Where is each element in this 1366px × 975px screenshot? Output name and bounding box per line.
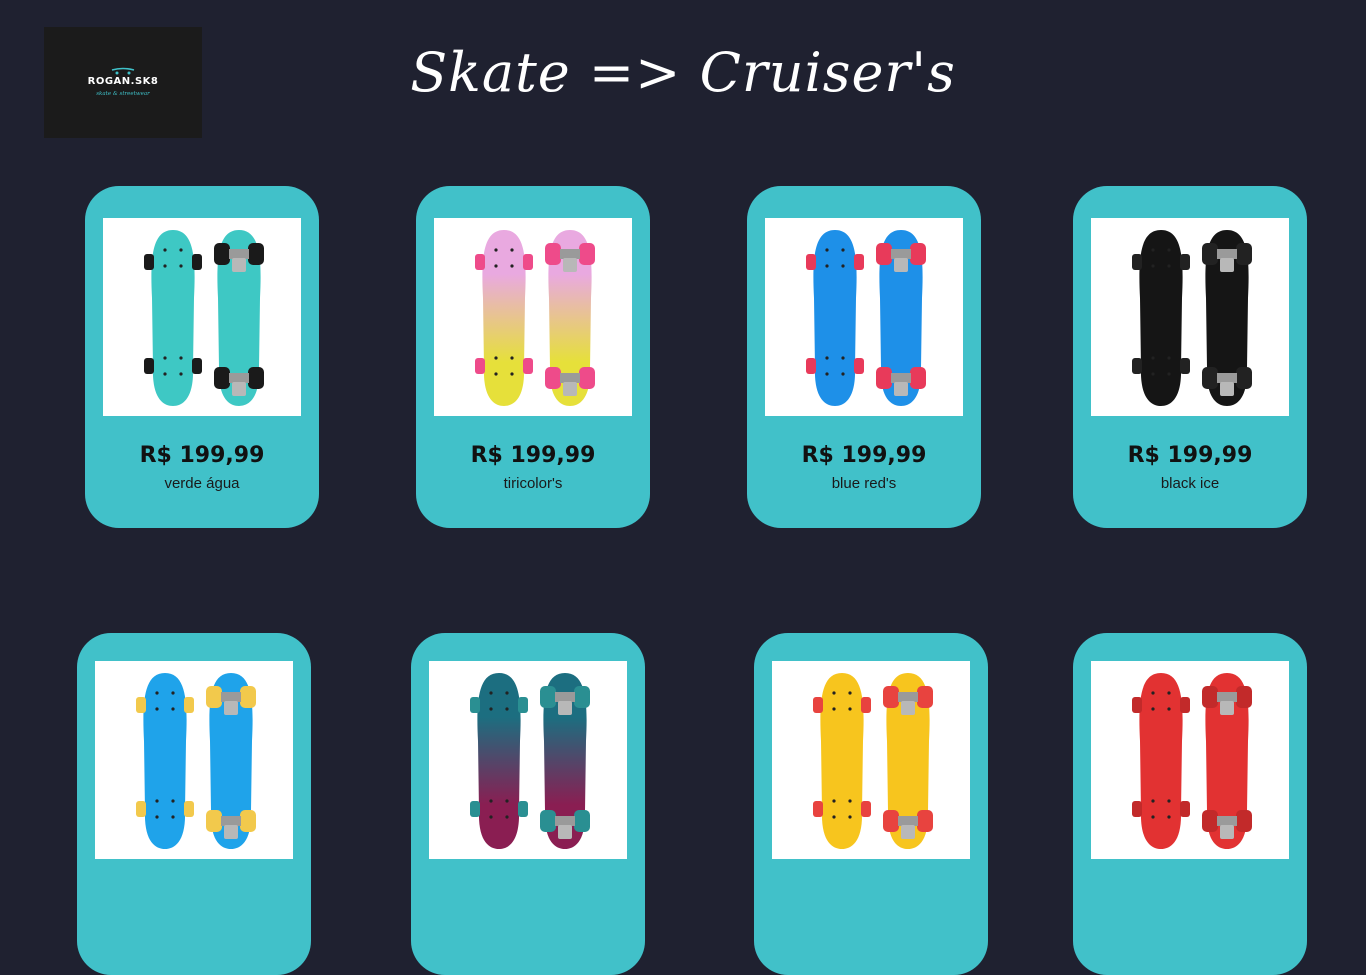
product-card-6[interactable] [411, 633, 645, 975]
skateboard-top-view [470, 673, 528, 849]
product-price: R$ 199,99 [470, 443, 596, 468]
skateboard-top-view [136, 673, 194, 849]
product-card-3[interactable]: R$ 199,99 blue red's [747, 186, 981, 528]
product-price: R$ 199,99 [1127, 443, 1253, 468]
product-card-1[interactable]: R$ 199,99 verde água [85, 186, 319, 528]
product-image[interactable] [103, 218, 301, 416]
skateboard-top-view [144, 230, 202, 406]
product-image[interactable] [429, 661, 627, 859]
page-title: Skate => Cruiser's [410, 41, 956, 104]
skateboard-top-view [1132, 230, 1190, 406]
product-card-2[interactable]: R$ 199,99 tiricolor's [416, 186, 650, 528]
product-image[interactable] [434, 218, 632, 416]
skateboard-bottom-view [540, 673, 590, 849]
product-card-5[interactable] [77, 633, 311, 975]
product-image[interactable] [772, 661, 970, 859]
product-variant: verde água [164, 475, 240, 492]
skateboard-bottom-view [883, 673, 933, 849]
product-image[interactable] [1091, 218, 1289, 416]
skateboard-bottom-view [206, 673, 256, 849]
skateboard-top-view [806, 230, 864, 406]
product-card-7[interactable] [754, 633, 988, 975]
skateboard-bottom-view [1202, 230, 1252, 406]
product-price: R$ 199,99 [139, 443, 265, 468]
product-image[interactable] [1091, 661, 1289, 859]
product-card-8[interactable] [1073, 633, 1307, 975]
skateboard-bottom-view [1202, 673, 1252, 849]
skateboard-bottom-view [545, 230, 595, 406]
product-card-4[interactable]: R$ 199,99 black ice [1073, 186, 1307, 528]
product-image[interactable] [95, 661, 293, 859]
product-variant: blue red's [831, 475, 897, 492]
skateboard-top-view [813, 673, 871, 849]
product-variant: tiricolor's [503, 475, 563, 492]
skateboard-bottom-view [876, 230, 926, 406]
skateboard-top-view [475, 230, 533, 406]
product-price: R$ 199,99 [801, 443, 927, 468]
skateboard-bottom-view [214, 230, 264, 406]
product-image[interactable] [765, 218, 963, 416]
product-variant: black ice [1160, 475, 1220, 492]
skateboard-top-view [1132, 673, 1190, 849]
